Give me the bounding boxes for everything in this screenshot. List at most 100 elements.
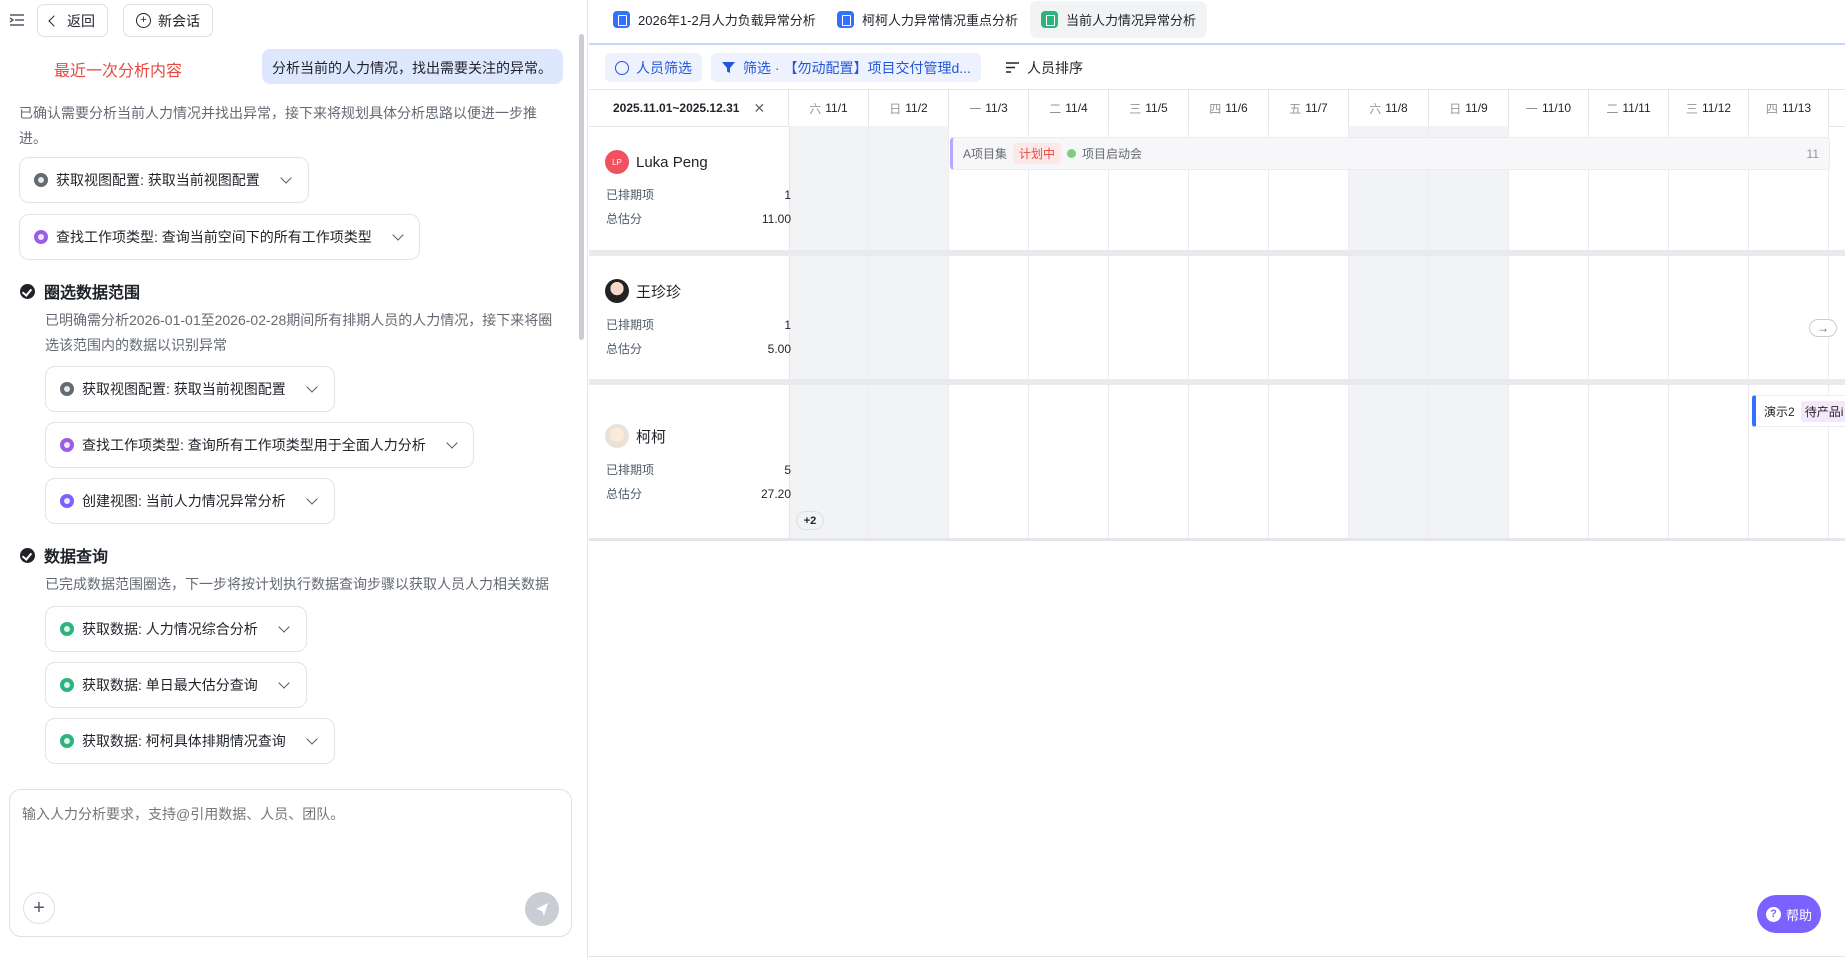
scroll-right-button[interactable]: →: [1809, 319, 1837, 337]
task-bar-demo2[interactable]: 演示2 待产品i: [1752, 395, 1845, 427]
tool-get-data-max-estimate[interactable]: 获取数据: 单日最大估分查询: [45, 662, 307, 708]
day-column[interactable]: [869, 126, 949, 540]
date-label: 11/8: [1385, 101, 1408, 115]
date-range: 2025.11.01~2025.12.31 ✕: [589, 90, 789, 126]
tool-get-data-keke[interactable]: 获取数据: 柯柯具体排期情况查询: [45, 718, 335, 764]
day-column[interactable]: [1109, 126, 1189, 540]
day-column[interactable]: [1029, 126, 1109, 540]
latest-analysis-label: 最近一次分析内容: [54, 63, 183, 80]
avatar: [605, 424, 629, 448]
close-icon[interactable]: ✕: [753, 100, 765, 117]
day-header-cell: 五 11/7: [1269, 90, 1349, 126]
send-button[interactable]: [525, 892, 559, 926]
doc-icon: [613, 11, 630, 28]
day-column[interactable]: [1349, 126, 1429, 540]
person-icon: [615, 60, 629, 75]
person-row-keke[interactable]: 柯柯: [605, 424, 666, 448]
weekday-label: 三: [1129, 101, 1142, 116]
stat-label: 已排期项: [606, 463, 655, 477]
people-filter-button[interactable]: 人员筛选: [605, 53, 702, 82]
step-scope: 圈选数据范围: [20, 279, 140, 303]
avatar: LP: [605, 150, 629, 174]
day-header-cell: 六 11/8: [1349, 90, 1429, 126]
people-sort-button[interactable]: 人员排序: [995, 53, 1093, 82]
grid-bottom-border: [589, 538, 1845, 541]
step-title: 数据查询: [44, 549, 109, 566]
chevron-down-icon: [306, 381, 318, 393]
tab-current-analysis[interactable]: 当前人力情况异常分析: [1030, 1, 1208, 38]
weekday-label: 五: [1289, 101, 1302, 116]
person-row-luka[interactable]: LP Luka Peng: [605, 150, 708, 174]
back-button[interactable]: 返回: [37, 4, 108, 37]
check-icon: [20, 283, 35, 299]
scrollbar[interactable]: [579, 34, 584, 340]
new-chat-button[interactable]: + 新会话: [123, 4, 213, 37]
tool-get-data-overview[interactable]: 获取数据: 人力情况综合分析: [45, 606, 307, 652]
weekday-label: 三: [1685, 101, 1698, 116]
person-row-wangzhenzhen[interactable]: 王珍珍: [605, 279, 681, 303]
gear-icon: [60, 382, 74, 396]
task-bar-project-kickoff[interactable]: A项目集 计划中 项目启动会 11: [950, 137, 1830, 170]
day-column[interactable]: [1189, 126, 1269, 540]
filter-icon: [722, 62, 735, 73]
date-label: 11/5: [1145, 101, 1168, 115]
tab-load-analysis[interactable]: 2026年1-2月人力负载异常分析: [602, 1, 827, 38]
tool-label: 获取数据: 柯柯具体排期情况查询: [82, 733, 286, 749]
check-icon: [20, 547, 35, 563]
help-label: 帮助: [1785, 907, 1812, 923]
estimate-total: 总估分 27.20: [606, 485, 791, 502]
bar-end-number: 11: [1806, 146, 1819, 161]
weekday-label: 四: [1209, 101, 1222, 116]
day-column[interactable]: [949, 126, 1029, 540]
day-column[interactable]: [789, 126, 869, 540]
chevron-down-icon: [280, 172, 292, 184]
new-chat-label: 新会话: [158, 12, 200, 29]
date-label: 11/12: [1701, 101, 1732, 115]
day-header-cell: 三 11/12: [1669, 90, 1749, 126]
intro-text: 已确认需要分析当前人力情况并找出异常，接下来将规划具体分析思路以便进一步推进。: [19, 105, 537, 146]
person-name: 王珍珍: [636, 283, 682, 301]
filter-button[interactable]: 筛选 · 【勿动配置】项目交付管理d...: [711, 53, 981, 82]
data-icon: [60, 734, 74, 748]
schedule-panel: 2026年1-2月人力负载异常分析 柯柯人力异常情况重点分析 当前人力情况异常分…: [589, 0, 1845, 958]
date-label: 11/3: [985, 101, 1008, 115]
day-column[interactable]: [1429, 126, 1509, 540]
stat-label: 已排期项: [606, 188, 655, 202]
day-column[interactable]: [1589, 126, 1669, 540]
sidebar-toggle-icon[interactable]: [9, 12, 25, 28]
weekday-label: 一: [969, 101, 982, 116]
step-title: 圈选数据范围: [44, 285, 141, 302]
tool-find-work-item-types[interactable]: 查找工作项类型: 查询当前空间下的所有工作项类型: [19, 214, 420, 260]
day-column[interactable]: [1269, 126, 1349, 540]
tab-divider: [589, 43, 1845, 45]
tool-get-view-config-2[interactable]: 获取视图配置: 获取当前视图配置: [45, 366, 335, 412]
tool-get-view-config[interactable]: 获取视图配置: 获取当前视图配置: [19, 157, 309, 203]
help-button[interactable]: ? 帮助: [1757, 895, 1821, 933]
day-column[interactable]: [1669, 126, 1749, 540]
day-header-cell: 日 11/2: [869, 90, 949, 126]
table-icon: [1041, 11, 1058, 28]
data-icon: [60, 678, 74, 692]
add-attachment-button[interactable]: +: [23, 892, 55, 924]
chevron-down-icon: [306, 733, 318, 745]
stat-value: 27.20: [760, 486, 791, 501]
day-header-cell: 日 11/9: [1429, 90, 1509, 126]
estimate-total: 总估分 5.00: [606, 340, 791, 357]
scheduled-count: 已排期项 5: [606, 461, 791, 478]
status-badge: 计划中: [1013, 143, 1062, 164]
more-items-badge[interactable]: +2: [796, 511, 824, 530]
tab-label: 当前人力情况异常分析: [1066, 13, 1197, 28]
help-icon: ?: [1765, 906, 1781, 922]
tool-label: 创建视图: 当前人力情况异常分析: [82, 493, 286, 509]
tool-find-work-item-types-2[interactable]: 查找工作项类型: 查询所有工作项类型用于全面人力分析: [45, 422, 474, 468]
date-label: 11/4: [1065, 101, 1088, 115]
date-label: 11/7: [1305, 101, 1328, 115]
day-column[interactable]: [1509, 126, 1589, 540]
tab-keke-analysis[interactable]: 柯柯人力异常情况重点分析: [826, 1, 1029, 38]
stat-label: 总估分: [606, 342, 643, 356]
row-separator: [589, 379, 1845, 385]
weekday-label: 日: [889, 101, 902, 116]
stat-label: 已排期项: [606, 318, 655, 332]
tool-create-view[interactable]: 创建视图: 当前人力情况异常分析: [45, 478, 335, 524]
chat-input[interactable]: [22, 804, 557, 864]
